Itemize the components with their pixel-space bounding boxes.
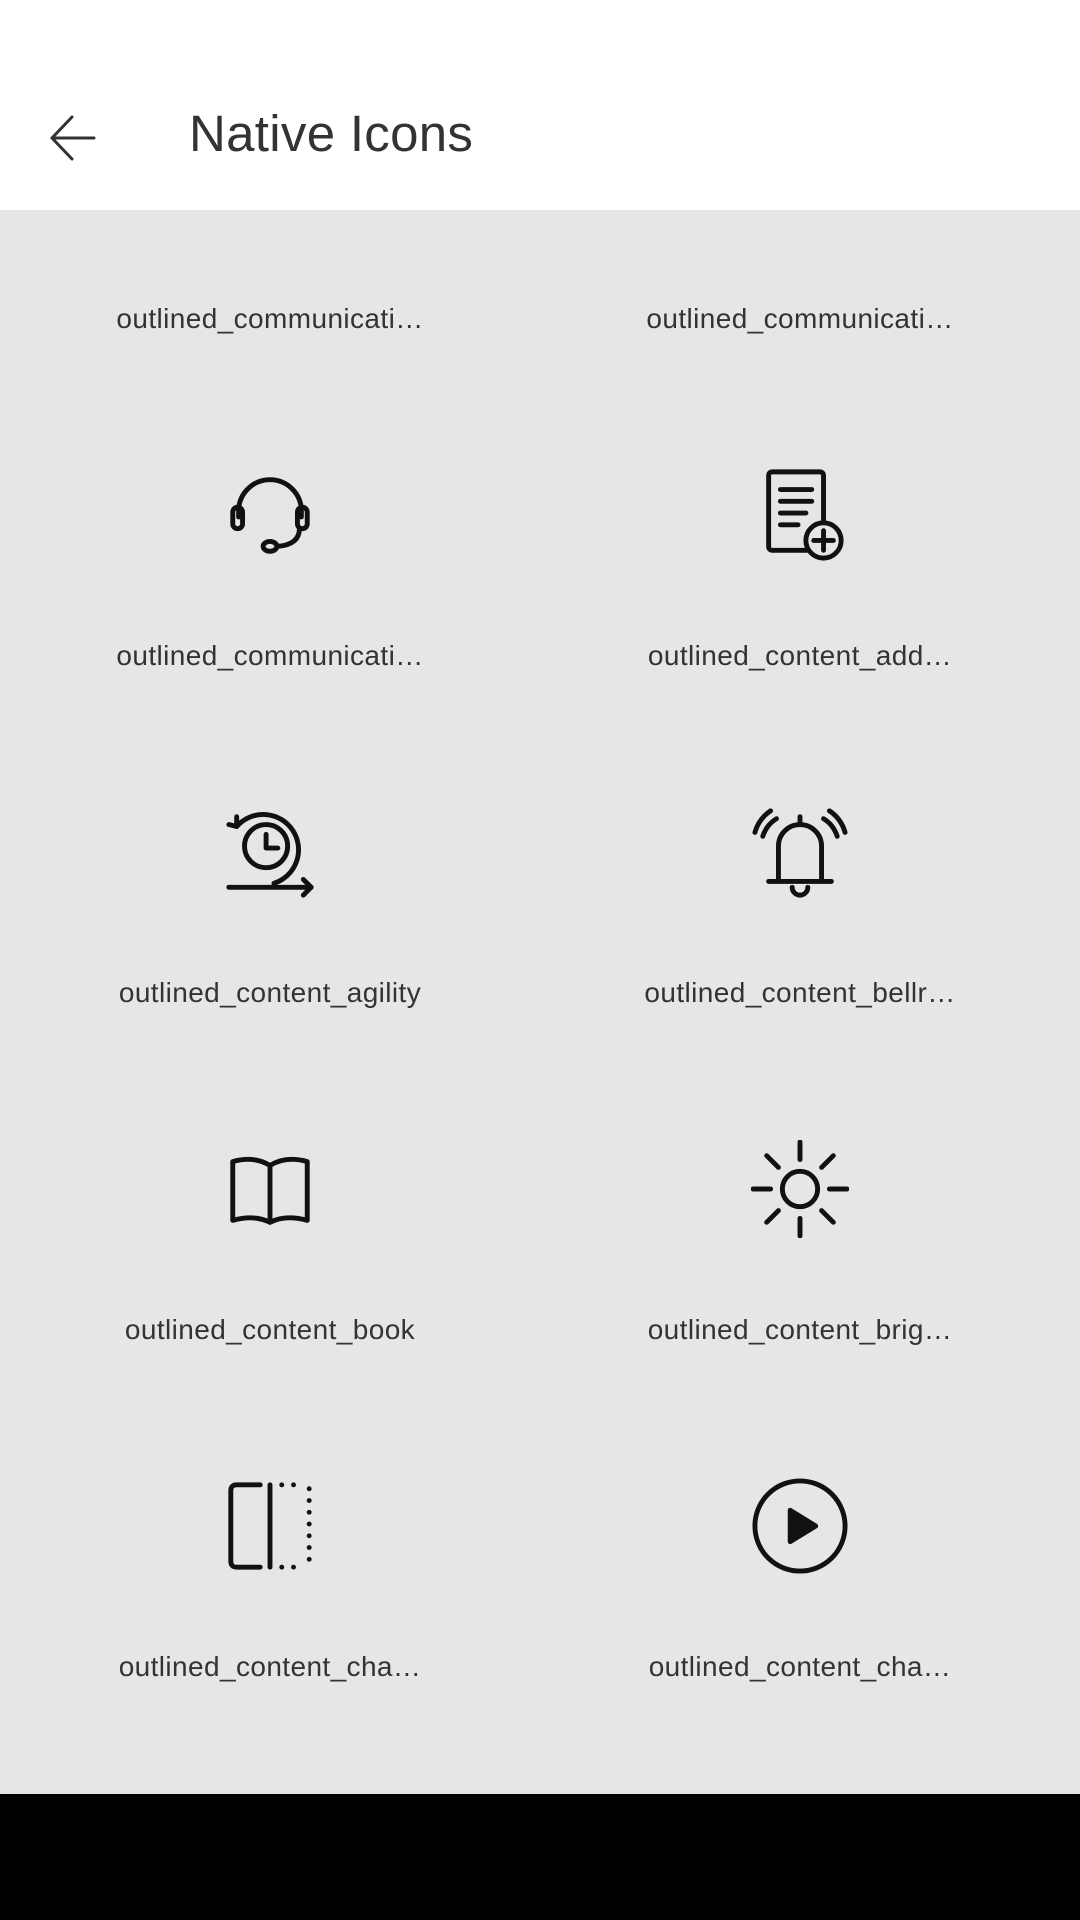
icon-grid: outlined_communicati… outlined_communica… bbox=[0, 210, 1080, 1794]
back-button[interactable] bbox=[30, 95, 116, 181]
document-add-icon bbox=[751, 466, 849, 564]
icon-label: outlined_content_agility bbox=[118, 977, 422, 1008]
bell-ringing-icon bbox=[751, 803, 849, 901]
icon-tile[interactable]: outlined_content_agility bbox=[0, 672, 540, 1009]
icon-tile[interactable]: outlined_content_cha… bbox=[530, 1346, 1070, 1683]
app-bar: Native Icons bbox=[0, 0, 1080, 210]
icon-tile[interactable]: outlined_communicati… bbox=[530, 210, 1070, 335]
icon-tile[interactable]: outlined_content_bellr… bbox=[530, 672, 1070, 1009]
icon-tile[interactable]: outlined_content_brig… bbox=[530, 1009, 1070, 1346]
icon-label: outlined_content_cha… bbox=[118, 1651, 422, 1682]
icon-label: outlined_content_brig… bbox=[647, 1314, 953, 1345]
icon-tile[interactable]: outlined_communicati… bbox=[0, 335, 540, 672]
icon-label: outlined_content_bellr… bbox=[644, 977, 956, 1008]
headset-icon bbox=[221, 466, 319, 564]
arrow-left-icon bbox=[50, 115, 96, 161]
icon-label: outlined_content_cha… bbox=[648, 1651, 952, 1682]
icon-label: outlined_content_add… bbox=[647, 640, 953, 671]
agility-icon bbox=[221, 803, 319, 901]
book-icon bbox=[221, 1140, 319, 1238]
icon-label: outlined_communicati… bbox=[646, 303, 954, 334]
brightness-icon bbox=[751, 1140, 849, 1238]
icon-label: outlined_communicati… bbox=[116, 303, 424, 334]
antenna-icon bbox=[221, 210, 319, 227]
icon-tile[interactable]: outlined_content_cha… bbox=[0, 1346, 540, 1683]
icon-tile[interactable]: outlined_communicati… bbox=[0, 210, 540, 335]
icon-label: outlined_content_book bbox=[124, 1314, 416, 1345]
play-circle-icon bbox=[751, 1477, 849, 1575]
icon-label: outlined_communicati… bbox=[116, 640, 424, 671]
communication-icon bbox=[751, 210, 849, 227]
icon-tile[interactable]: outlined_content_add… bbox=[530, 335, 1070, 672]
system-navigation-bar bbox=[0, 1794, 1080, 1920]
page-title: Native Icons bbox=[189, 105, 474, 162]
panel-dotted-icon bbox=[221, 1477, 319, 1575]
icon-tile[interactable]: outlined_content_book bbox=[0, 1009, 540, 1346]
